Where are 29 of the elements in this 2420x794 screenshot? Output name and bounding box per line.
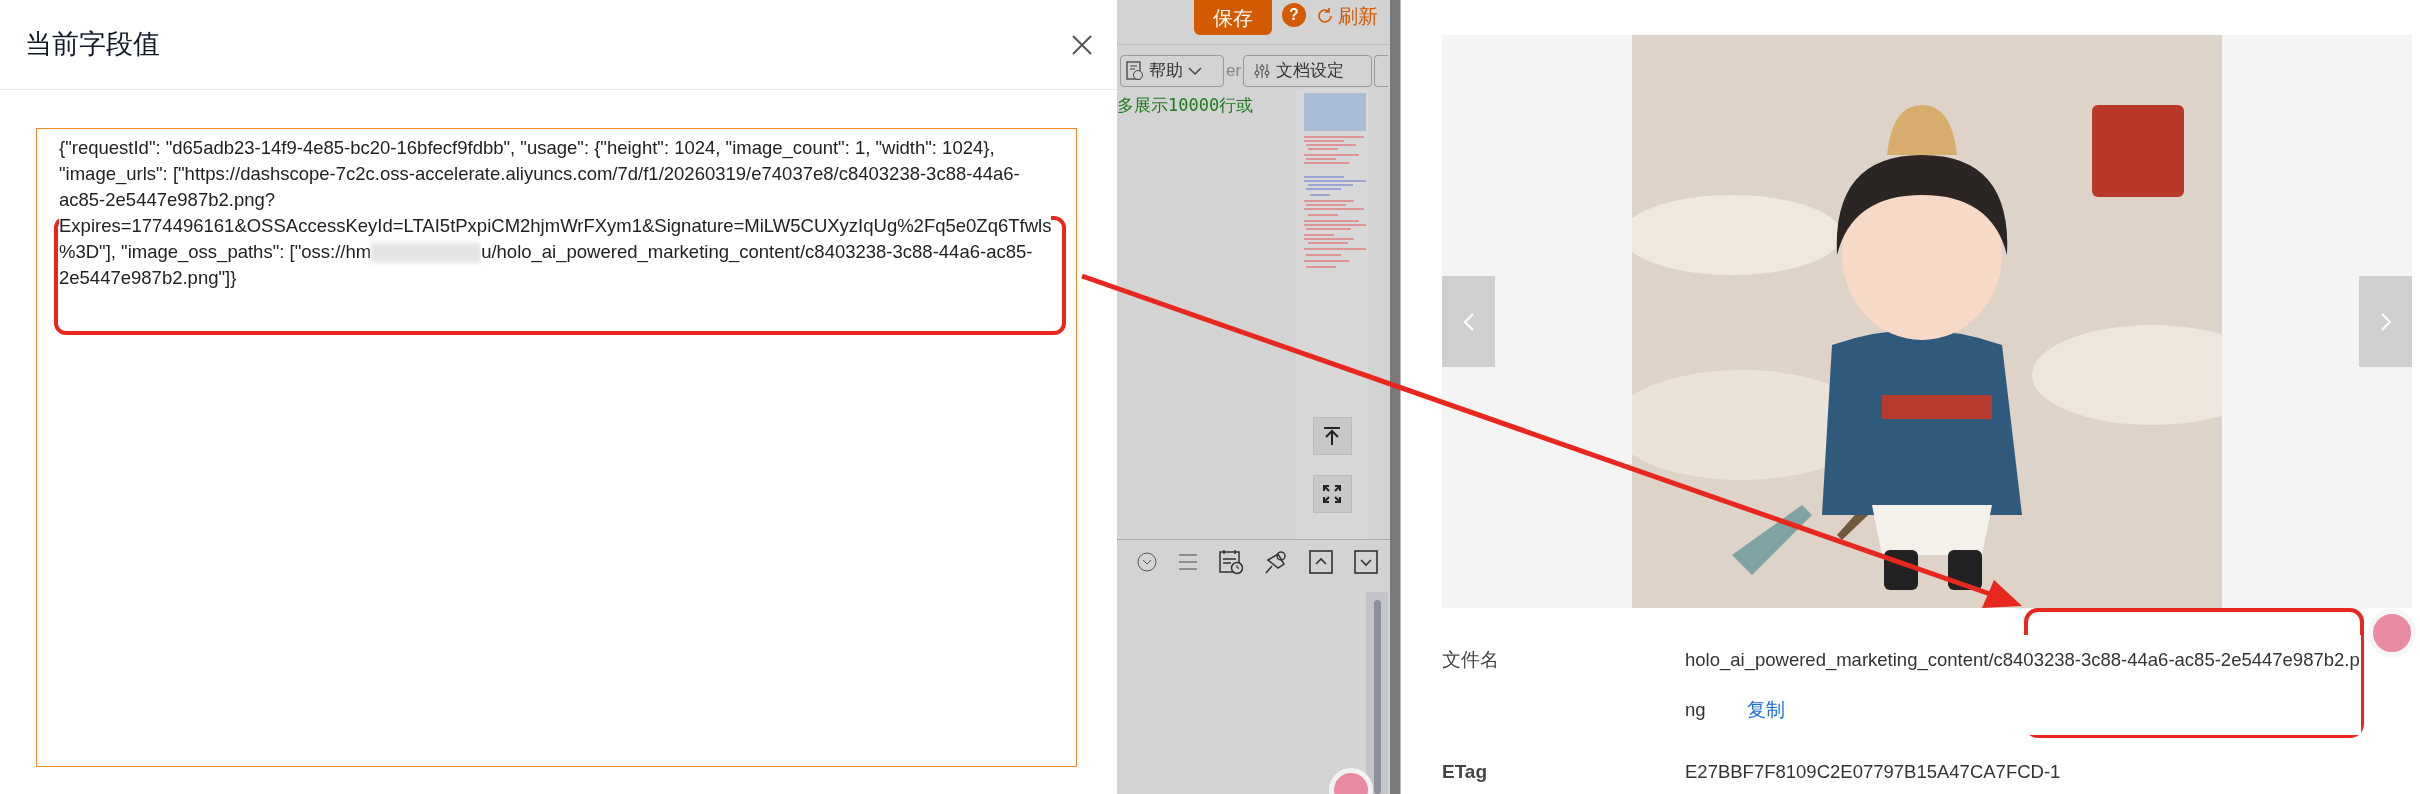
expand-down-icon[interactable] [1354,550,1378,574]
document-settings-button[interactable]: 文档设定 [1243,55,1372,87]
document-help-icon [1126,61,1144,81]
calendar-clock-icon[interactable] [1219,549,1243,575]
text-area[interactable]: {"requestId": "d65adb23-14f9-4e85-bc20-16bfecf9fdbb", "usage": {"height": 1024, "image_count": 1, "width": 1024}, "image_urls": ["https://dashscope-7c2c.oss-accelerate.aliyuncs.com/7d/f1/20260319/e74037e8/c8403238-3c88-44a6-ac85-2e5447e987b2.png?Expires=1774496161&OSSAccessKeyId=LTAI5tPxpiCM2hjmWrFXym1&Signature=MiLW5CUXyzIqUg%2Fq5e0Zq6Tfwls%3D"], "image_oss_paths": ["oss://hm u/holo_ai_powered_marketing_content/c8403238-3c88-44a6-ac85-2e5447e987b2.png"]} [36,128,1077,767]
field-label: ETag [1442,760,1489,784]
toolbar-label: er [1226,60,1241,83]
chevron-circle-icon[interactable] [1137,552,1157,572]
dialog-title: 当前字段值 [25,28,160,62]
refresh-icon [1316,7,1334,25]
chevron-down-icon [1188,66,1202,76]
expand-icon [1322,484,1342,504]
field-label: 文件名 [1442,648,1500,672]
collapse-up-icon[interactable] [1309,550,1333,574]
scrollbar[interactable] [1366,592,1388,794]
chevron-right-icon [2379,311,2392,332]
arrow-up-icon [1322,426,1342,446]
chevron-left-icon [1462,311,1475,332]
refresh-button[interactable]: 刷新 [1316,1,1378,31]
save-button[interactable]: 保存 [1194,0,1272,35]
close-icon[interactable] [1071,33,1093,56]
help-menu-button[interactable]: 帮助 [1120,55,1224,87]
sliders-icon [1254,63,1270,79]
scroll-to-top-button[interactable] [1312,417,1352,455]
copy-link[interactable]: 复制 [1747,685,1785,735]
pin-icon[interactable] [1264,550,1288,574]
help-icon[interactable]: ? [1282,3,1306,27]
fullscreen-button[interactable] [1312,475,1352,513]
notice-text: 多展示10000行或 [1117,95,1254,115]
